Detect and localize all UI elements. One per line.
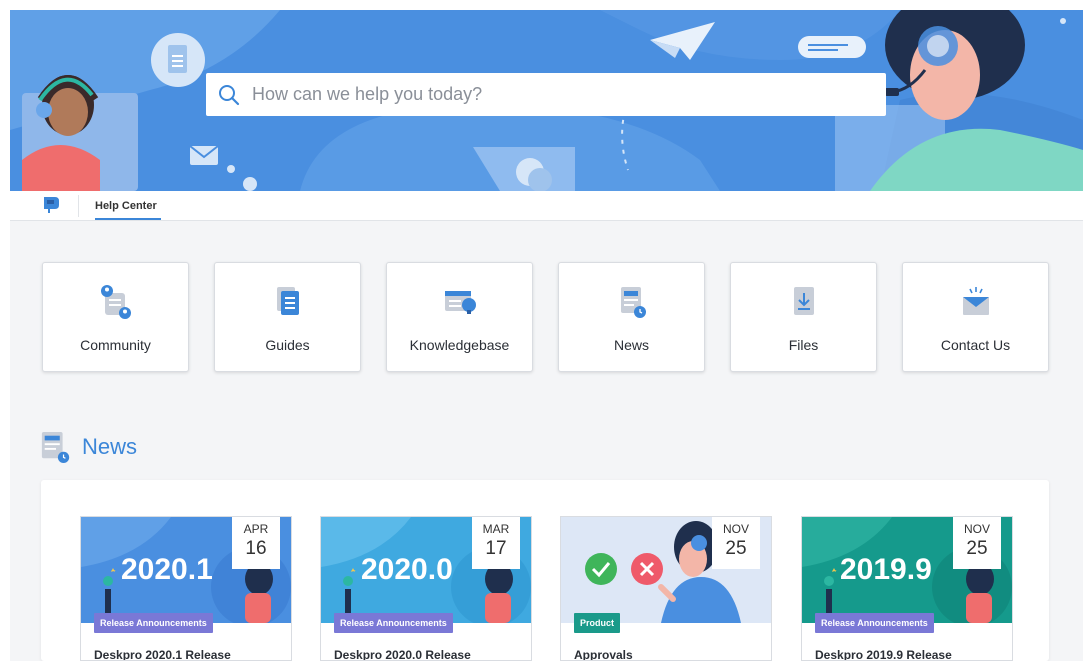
top-nav: Help Center bbox=[10, 191, 1083, 221]
news-month: NOV bbox=[963, 522, 990, 536]
community-icon bbox=[100, 285, 131, 319]
news-day: 25 bbox=[966, 538, 988, 559]
news-date: NOV 25 bbox=[953, 517, 1001, 569]
files-icon bbox=[793, 287, 814, 315]
search-icon bbox=[219, 84, 240, 105]
news-date: MAR 17 bbox=[472, 517, 520, 569]
news-title[interactable]: Deskpro 2020.0 Release bbox=[334, 648, 471, 660]
category-card-community[interactable]: Community bbox=[42, 262, 189, 372]
news-card[interactable]: 2019.9 NOV 25 Release Announcements Desk… bbox=[801, 516, 1013, 661]
deskpro-logo-icon[interactable] bbox=[40, 194, 62, 216]
news-date: APR 16 bbox=[232, 517, 280, 569]
page-top-edge bbox=[0, 0, 1083, 10]
category-card-guides[interactable]: Guides bbox=[214, 262, 361, 372]
page-left-edge bbox=[0, 0, 10, 661]
news-day: 17 bbox=[485, 538, 507, 559]
version-overlay: 2020.0 bbox=[361, 553, 453, 586]
tab-active-indicator bbox=[95, 218, 161, 220]
news-card[interactable]: 2020.1 APR 16 Release Announcements Desk… bbox=[80, 516, 292, 661]
category-badge[interactable]: Product bbox=[574, 613, 621, 633]
category-card-files[interactable]: Files bbox=[730, 262, 877, 372]
news-card[interactable]: NOV 25 Product Approvals bbox=[560, 516, 772, 661]
guides-icon bbox=[276, 287, 299, 315]
news-date: NOV 25 bbox=[712, 517, 760, 569]
nav-divider bbox=[78, 195, 79, 217]
category-badge[interactable]: Release Announcements bbox=[94, 613, 213, 633]
news-section-heading: News bbox=[40, 430, 137, 464]
category-label: News bbox=[613, 337, 649, 353]
search-bar[interactable] bbox=[206, 73, 886, 116]
news-icon bbox=[620, 287, 646, 318]
category-card-knowledgebase[interactable]: Knowledgebase bbox=[386, 262, 533, 372]
category-label: Community bbox=[80, 337, 151, 353]
news-title[interactable]: Approvals bbox=[574, 648, 633, 660]
category-label: Files bbox=[788, 337, 819, 353]
news-month: MAR bbox=[482, 522, 510, 536]
news-title[interactable]: Deskpro 2020.1 Release bbox=[94, 648, 231, 660]
category-label: Knowledgebase bbox=[409, 337, 510, 353]
search-input[interactable] bbox=[252, 84, 852, 105]
category-badge[interactable]: Release Announcements bbox=[815, 613, 934, 633]
contact-icon bbox=[962, 287, 989, 315]
news-month: NOV bbox=[722, 522, 749, 536]
category-card-contact-us[interactable]: Contact Us bbox=[902, 262, 1049, 372]
knowledgebase-icon bbox=[444, 291, 476, 314]
news-heading-icon bbox=[41, 431, 70, 463]
category-label: Guides bbox=[265, 337, 310, 353]
news-title[interactable]: Deskpro 2019.9 Release bbox=[815, 648, 952, 660]
news-day: 16 bbox=[245, 538, 267, 559]
version-overlay: 2020.1 bbox=[121, 553, 213, 586]
tab-help-center[interactable]: Help Center bbox=[95, 200, 157, 212]
news-heading-title: News bbox=[82, 434, 138, 459]
category-card-news[interactable]: News bbox=[558, 262, 705, 372]
news-day: 25 bbox=[725, 538, 747, 559]
news-month: APR bbox=[243, 522, 269, 536]
version-overlay: 2019.9 bbox=[840, 553, 932, 586]
category-label: Contact Us bbox=[940, 337, 1011, 353]
category-badge[interactable]: Release Announcements bbox=[334, 613, 453, 633]
news-card[interactable]: 2020.0 MAR 17 Release Announcements Desk… bbox=[320, 516, 532, 661]
